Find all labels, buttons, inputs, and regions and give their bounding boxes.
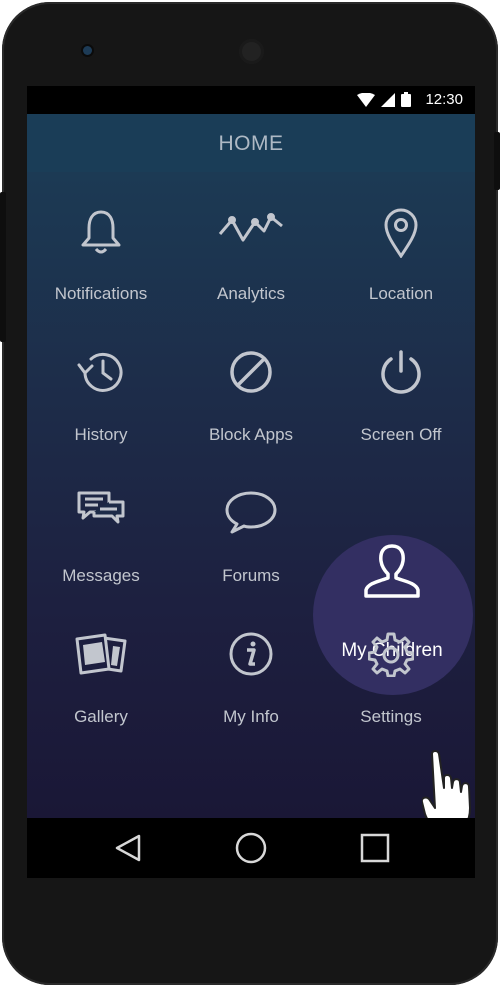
menu-item-label: Gallery [74,707,128,726]
signal-icon [381,92,395,107]
menu-item-gallery[interactable]: Gallery [27,611,175,741]
status-icons [357,92,411,107]
menu-item-label: Notifications [54,284,148,303]
menu-item-label: Analytics [216,284,286,303]
gear-icon [368,632,414,677]
recents-icon[interactable] [357,830,393,866]
home-icon[interactable] [233,830,269,866]
front-camera [83,46,92,55]
power-button [494,132,500,190]
screen: 12:30 HOME Notifications Analytics Locat… [27,86,475,878]
menu-item-screen-off[interactable]: Screen Off [327,329,475,459]
menu-item-label: Messages [62,566,140,585]
menu-item-messages[interactable]: Messages [27,470,175,600]
phone-frame: 12:30 HOME Notifications Analytics Locat… [0,2,500,985]
power-icon [381,350,421,394]
earpiece-speaker [239,39,264,64]
status-time: 12:30 [425,91,463,108]
wifi-icon [357,92,375,107]
menu-item-label: Block Apps [208,425,294,444]
analytics-icon [218,213,283,242]
page-title: HOME [218,132,284,155]
menu-item-label: Settings [360,707,422,726]
messages-icon [77,491,125,524]
info-icon [229,632,273,676]
history-icon [77,352,123,392]
location-pin-icon [384,208,418,258]
status-bar: 12:30 [27,86,475,114]
menu-item-my-children[interactable]: My Children [317,470,467,661]
menu-item-my-info[interactable]: My Info [177,611,325,741]
menu-item-history[interactable]: History [27,329,175,459]
menu-item-analytics[interactable]: Analytics [177,188,325,318]
user-icon [364,544,420,598]
menu-item-label: Location [368,284,434,303]
volume-button [0,192,6,342]
navigation-bar [27,818,475,878]
app-bar: HOME [27,114,475,173]
menu-grid: Notifications Analytics Location History… [27,172,475,833]
menu-item-label: History [74,425,128,444]
menu-item-settings[interactable]: Settings [317,611,465,741]
menu-item-label: Screen Off [360,425,442,444]
bell-icon [81,210,121,254]
block-icon [230,351,272,393]
menu-item-label: My Info [223,707,279,726]
menu-item-block-apps[interactable]: Block Apps [177,329,325,459]
menu-item-notifications[interactable]: Notifications [27,188,175,318]
battery-icon [401,92,411,107]
menu-item-forums[interactable]: Forums [177,470,325,600]
gallery-icon [75,633,127,675]
menu-item-location[interactable]: Location [327,188,475,318]
chat-bubble-icon [225,491,277,534]
menu-item-label: Forums [222,566,280,585]
back-icon[interactable] [111,830,147,866]
